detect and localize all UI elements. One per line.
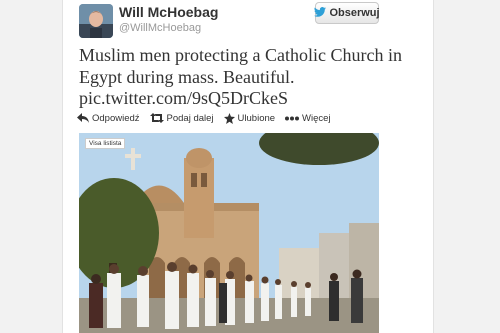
favorite-action[interactable]: Ulubione — [223, 112, 276, 124]
retweet-action[interactable]: Podaj dalej — [149, 112, 214, 124]
author-name[interactable]: Will McHoebag — [119, 4, 218, 20]
reply-action[interactable]: Odpowiedź — [77, 113, 140, 124]
tweet-card: Will McHoebag @WillMcHoebag Obserwuj Mus… — [62, 0, 434, 333]
reply-label: Odpowiedź — [92, 112, 140, 124]
follow-label: Obserwuj — [329, 7, 380, 19]
photo-badge: Visa listista — [85, 138, 126, 149]
more-dots-icon — [285, 116, 300, 121]
tweet-actions: Odpowiedź Podaj dalej Ulubione Więcej — [77, 111, 331, 125]
favorite-label: Ulubione — [237, 112, 276, 124]
follow-button[interactable]: Obserwuj — [314, 2, 380, 24]
star-icon — [223, 112, 235, 124]
more-label: Więcej — [302, 112, 331, 124]
avatar[interactable] — [79, 4, 113, 38]
tweet-link[interactable]: pic.twitter.com/9sQ5DrCkeS — [79, 88, 288, 109]
reply-icon — [77, 113, 89, 123]
bird-icon — [314, 6, 327, 20]
more-action[interactable]: Więcej — [285, 113, 331, 124]
retweet-label: Podaj dalej — [166, 112, 214, 124]
author-handle[interactable]: @WillMcHoebag — [119, 22, 201, 34]
tweet-photo[interactable]: Visa listista — [79, 133, 379, 333]
tweet-text: Muslim men protecting a Catholic Church … — [79, 45, 402, 87]
retweet-icon — [149, 113, 164, 123]
